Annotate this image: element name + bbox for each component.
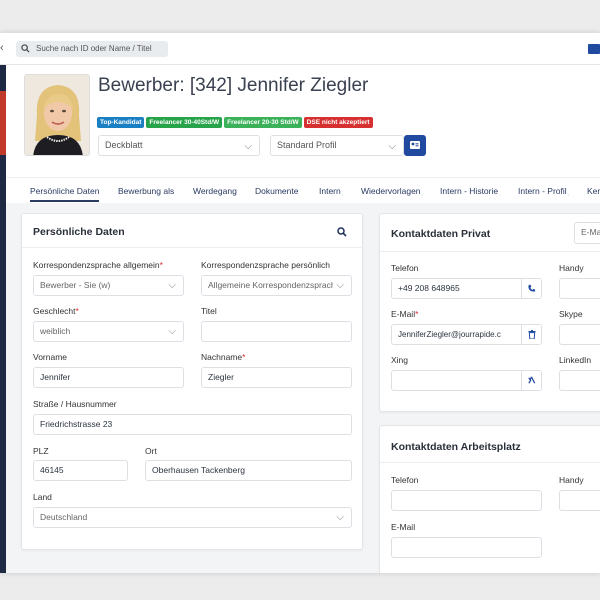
- skype-label: Skype: [559, 309, 583, 319]
- search-placeholder: Suche nach ID oder Name / Titel: [36, 44, 152, 53]
- back-arrow-icon[interactable]: ‹: [0, 42, 4, 54]
- tab-intern-profil[interactable]: Intern - Profil ◦: [518, 186, 569, 198]
- global-search-input[interactable]: Suche nach ID oder Name / Titel: [16, 41, 168, 57]
- tab-intern-historie[interactable]: Intern - Historie ◦: [440, 186, 501, 198]
- telefon-label: Telefon: [391, 263, 419, 273]
- work-handy-field[interactable]: [559, 490, 600, 511]
- work-telefon-field[interactable]: [391, 490, 542, 511]
- handy-label: Handy: [559, 263, 584, 273]
- chevron-down-icon: ⌵: [168, 280, 176, 291]
- tab-werdegang[interactable]: Werdegang: [193, 186, 237, 196]
- search-icon: [21, 44, 30, 53]
- xing-field[interactable]: [391, 370, 542, 391]
- xing-icon[interactable]: [521, 371, 541, 390]
- tab-wiedervorlagen-label: Wiedervorlagen: [361, 186, 421, 196]
- deckblatt-select-value: Deckblatt: [105, 140, 143, 150]
- candidate-header: Bewerber: [342] Jennifer Ziegler Top-Kan…: [6, 65, 600, 193]
- chevron-down-icon: ⌵: [336, 512, 344, 523]
- tab-intern-profil-label: Intern - Profil: [518, 186, 567, 196]
- korr-allg-label: Korrespondenzsprache allgemein*: [33, 260, 163, 270]
- xing-label: Xing: [391, 355, 409, 365]
- titel-field[interactable]: [201, 321, 352, 342]
- nachname-label: Nachname*: [201, 352, 246, 362]
- personal-data-card: Persönliche Daten Korrespondenzsprache a…: [21, 213, 364, 550]
- deckblatt-select[interactable]: Deckblatt ⌵: [98, 135, 260, 156]
- card-title: Kontaktdaten Privat: [391, 228, 491, 240]
- contact-type-select[interactable]: E-Ma: [574, 222, 600, 244]
- private-contact-card: Kontaktdaten Privat E-Ma Telefon +49 208…: [379, 213, 600, 412]
- card-title: Persönliche Daten: [33, 226, 125, 238]
- work-email-field[interactable]: [391, 537, 542, 558]
- badge-top-kandidat[interactable]: Top-Kandidat: [97, 117, 145, 128]
- korr-pers-select[interactable]: Allgemeine Korrespondenzsprache ⌵: [201, 275, 352, 296]
- telefon-field[interactable]: +49 208 648965: [391, 278, 542, 299]
- profil-select-value: Standard Profil: [277, 140, 337, 150]
- work-email-label: E-Mail: [391, 522, 416, 532]
- linkedin-label: LinkedIn: [559, 355, 592, 365]
- ort-label: Ort: [145, 446, 157, 456]
- page-title: Bewerber: [342] Jennifer Ziegler: [98, 75, 369, 96]
- chevron-down-icon: ⌵: [333, 276, 344, 295]
- divider: [380, 251, 600, 252]
- top-bar: ‹ Suche nach ID oder Name / Titel: [0, 33, 600, 65]
- work-handy-label: Handy: [559, 475, 584, 485]
- tab-persoenliche-daten[interactable]: Persönliche Daten: [30, 186, 100, 202]
- chevron-down-icon: ⌵: [388, 141, 396, 152]
- card-title: Kontaktdaten Arbeitsplatz: [391, 441, 521, 453]
- skype-field[interactable]: [559, 324, 600, 345]
- brand-logo-icon: [588, 44, 600, 54]
- geschlecht-select[interactable]: weiblich ⌵: [33, 321, 184, 342]
- id-card-icon: [410, 141, 420, 149]
- tab-intern-label: Intern: [319, 186, 341, 196]
- titel-label: Titel: [201, 306, 217, 316]
- linkedin-field[interactable]: [559, 370, 600, 391]
- badge-freelancer-20-30[interactable]: Freelancer 20-30 Std/W: [224, 117, 302, 128]
- land-label: Land: [33, 492, 52, 502]
- tab-wiedervorlagen[interactable]: Wiedervorlagen ◦: [361, 186, 423, 198]
- search-icon[interactable]: [337, 227, 347, 237]
- portrait-image: [25, 75, 89, 155]
- geschlecht-label: Geschlecht*: [33, 306, 79, 316]
- badge-freelancer-30-40[interactable]: Freelancer 30-40Std/W: [146, 117, 223, 128]
- trash-icon[interactable]: [521, 325, 541, 344]
- profil-select[interactable]: Standard Profil ⌵: [270, 135, 404, 156]
- korr-pers-label: Korrespondenzsprache persönlich: [201, 260, 330, 270]
- land-select[interactable]: Deutschland ⌵: [33, 507, 352, 528]
- id-card-button[interactable]: [404, 135, 426, 156]
- tab-ker[interactable]: Ker: [587, 186, 600, 196]
- korr-allg-select[interactable]: Bewerber - Sie (w) ⌵: [33, 275, 184, 296]
- ort-field[interactable]: Oberhausen Tackenberg: [145, 460, 352, 481]
- vorname-label: Vorname: [33, 352, 68, 362]
- chevron-down-icon: ⌵: [168, 326, 176, 337]
- candidate-photo: [24, 74, 90, 156]
- badge-dse[interactable]: DSE nicht akzeptiert: [303, 117, 373, 128]
- tab-dokumente[interactable]: Dokumente: [255, 186, 298, 196]
- strasse-field[interactable]: Friedrichstrasse 23: [33, 414, 352, 435]
- app-window: ‹ Suche nach ID oder Name / Titel Bewerb…: [0, 33, 600, 573]
- handy-field[interactable]: [559, 278, 600, 299]
- phone-icon[interactable]: [521, 279, 541, 298]
- vorname-field[interactable]: Jennifer: [33, 367, 184, 388]
- tab-bar: Persönliche Daten Bewerbung als Werdegan…: [6, 177, 600, 202]
- divider: [380, 462, 600, 463]
- chevron-down-icon: ⌵: [244, 141, 252, 152]
- tab-intern-historie-label: Intern - Historie: [440, 186, 499, 196]
- tab-intern[interactable]: Intern ◦: [319, 186, 343, 198]
- plz-field[interactable]: 46145: [33, 460, 128, 481]
- divider: [22, 247, 364, 248]
- plz-label: PLZ: [33, 446, 49, 456]
- badge-row: Top-Kandidat Freelancer 30-40Std/W Freel…: [97, 117, 373, 128]
- work-contact-card: Kontaktdaten Arbeitsplatz Telefon Handy …: [379, 425, 600, 573]
- email-label: E-Mail*: [391, 309, 419, 319]
- email-field[interactable]: JenniferZiegler@jourrapide.c: [391, 324, 542, 345]
- strasse-label: Straße / Hausnummer: [33, 399, 117, 409]
- work-telefon-label: Telefon: [391, 475, 419, 485]
- tab-bewerbung-als[interactable]: Bewerbung als: [118, 186, 174, 196]
- nachname-field[interactable]: Ziegler: [201, 367, 352, 388]
